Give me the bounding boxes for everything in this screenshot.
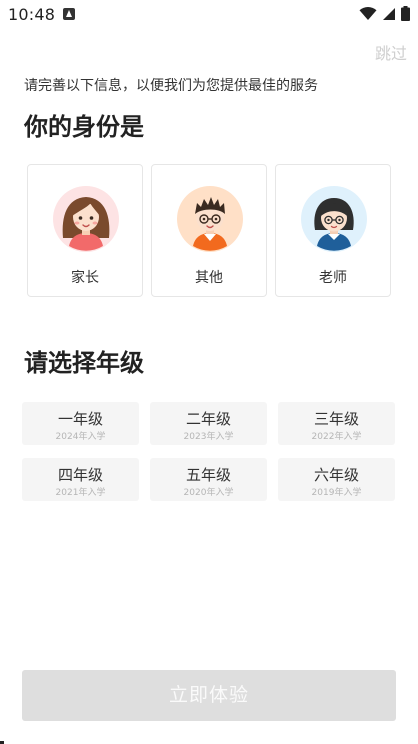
role-card-other[interactable]: 其他 (151, 164, 267, 297)
role-label-other: 其他 (195, 270, 223, 286)
role-label-teacher: 老师 (319, 270, 347, 286)
grade-title: 请选择年级 (24, 349, 144, 377)
parent-avatar-icon (53, 186, 119, 252)
subtitle: 请完善以下信息，以便我们为您提供最佳的服务 (24, 78, 318, 94)
grade-option-3[interactable]: 三年级 2022年入学 (278, 402, 395, 445)
status-bar: 10:48 (0, 0, 418, 30)
grade-name: 五年级 (185, 466, 231, 484)
grade-year: 2024年入学 (55, 432, 106, 442)
grade-year: 2022年入学 (311, 432, 362, 442)
skip-button[interactable]: 跳过 (375, 40, 407, 64)
grade-option-1[interactable]: 一年级 2024年入学 (22, 402, 139, 445)
grade-name: 三年级 (313, 410, 359, 428)
grade-year: 2019年入学 (311, 488, 362, 498)
other-avatar-icon (177, 186, 243, 252)
grade-option-4[interactable]: 四年级 2021年入学 (22, 458, 139, 501)
grade-option-2[interactable]: 二年级 2023年入学 (150, 402, 267, 445)
grade-name: 一年级 (57, 410, 103, 428)
grade-year: 2021年入学 (55, 488, 106, 498)
status-icons (359, 6, 410, 21)
start-experience-button[interactable]: 立即体验 (22, 670, 396, 721)
identity-title: 你的身份是 (24, 113, 144, 141)
role-card-parent[interactable]: 家长 (27, 164, 143, 297)
battery-icon (401, 6, 410, 21)
role-label-parent: 家长 (71, 270, 99, 286)
status-time: 10:48 (8, 5, 56, 24)
wifi-icon (359, 6, 377, 20)
role-card-teacher[interactable]: 老师 (275, 164, 391, 297)
grade-year: 2020年入学 (183, 488, 234, 498)
app-notification-icon (63, 8, 75, 20)
grade-name: 二年级 (185, 410, 231, 428)
signal-icon (383, 7, 395, 20)
teacher-avatar-icon (301, 186, 367, 252)
grade-option-6[interactable]: 六年级 2019年入学 (278, 458, 395, 501)
grade-year: 2023年入学 (183, 432, 234, 442)
grade-name: 四年级 (57, 466, 103, 484)
grade-option-5[interactable]: 五年级 2020年入学 (150, 458, 267, 501)
grade-name: 六年级 (313, 466, 359, 484)
